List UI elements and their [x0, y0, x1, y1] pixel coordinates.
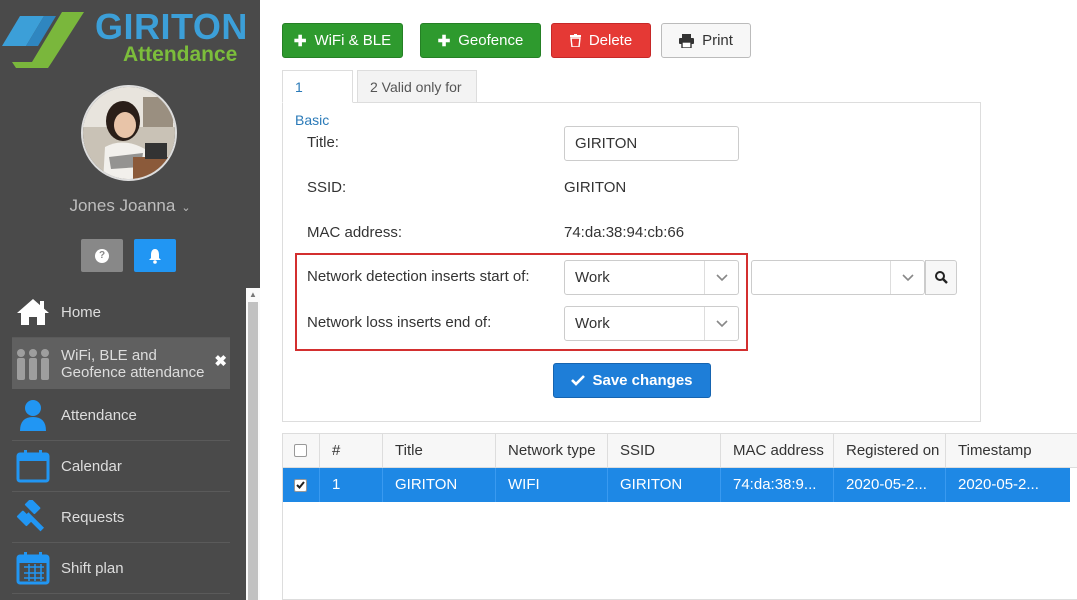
end-select[interactable]: Work	[564, 306, 739, 341]
search-icon	[934, 271, 948, 284]
title-input[interactable]	[564, 126, 739, 161]
check-icon	[571, 375, 586, 386]
ssid-label: SSID:	[307, 179, 347, 196]
sidebar-item-label: Home	[61, 303, 102, 321]
bell-icon	[149, 248, 161, 264]
add-wifi-ble-button[interactable]: ✚ WiFi & BLE	[282, 23, 403, 58]
chevron-down-icon: ⌄	[181, 202, 191, 214]
plus-icon: ✚	[437, 32, 451, 50]
column-header[interactable]: SSID	[608, 434, 721, 468]
question-icon: ?	[95, 248, 109, 263]
avatar[interactable]	[81, 85, 177, 181]
close-icon[interactable]: ✖	[214, 352, 227, 370]
app-title: GIRITON	[95, 6, 248, 47]
table-cell: 2020-05-2...	[958, 476, 1039, 493]
printer-icon	[679, 33, 695, 48]
gavel-icon	[15, 500, 51, 534]
column-header[interactable]: Timestamp	[946, 434, 1077, 468]
geofence-button-label: Geofence	[458, 32, 524, 49]
notifications-button[interactable]	[134, 239, 176, 272]
extra-select[interactable]	[751, 260, 925, 295]
sidebar-item-calendar[interactable]: Calendar	[12, 441, 230, 492]
home-icon	[15, 295, 51, 329]
sidebar-item-attendance[interactable]: Attendance	[12, 390, 230, 441]
sidebar-item-label-wrap: WiFi, BLE and Geofence attendance	[61, 347, 204, 381]
column-header[interactable]: Registered on	[834, 434, 946, 468]
sidebar-item-wifi-ble-geofence[interactable]: WiFi, BLE and Geofence attendance ✖	[12, 338, 230, 389]
select-all-checkbox[interactable]	[294, 444, 307, 457]
ssid-value: GIRITON	[564, 179, 627, 196]
sidebar-item-home[interactable]: Home	[12, 287, 230, 338]
sidebar-item-label: Calendar	[61, 457, 122, 475]
sidebar-item-requests[interactable]: Requests	[12, 492, 230, 543]
select-all-checkbox-cell[interactable]	[283, 434, 320, 468]
user-icon	[15, 398, 51, 432]
sidebar-item-label: Attendance	[61, 406, 137, 424]
wifi-button-label: WiFi & BLE	[314, 32, 392, 49]
table-cell: GIRITON	[608, 468, 721, 502]
row-checkbox[interactable]	[294, 478, 307, 492]
save-button-label: Save changes	[592, 372, 693, 389]
chevron-down-icon	[704, 261, 738, 294]
save-changes-button[interactable]: Save changes	[553, 363, 711, 398]
calendar-icon	[15, 449, 51, 483]
add-geofence-button[interactable]: ✚ Geofence	[420, 23, 541, 58]
main-content: ✚ WiFi & BLE ✚ Geofence Delete Print 1 Bas…	[260, 0, 1077, 600]
shift-plan-icon	[15, 551, 51, 585]
user-menu[interactable]: Jones Joanna ⌄	[0, 196, 260, 216]
column-header[interactable]: Network type	[496, 434, 608, 468]
start-label: Network detection inserts start of:	[307, 268, 530, 285]
plus-icon: ✚	[293, 32, 307, 50]
table-header-row: # Title Network type SSID MAC address Re…	[283, 434, 1077, 468]
column-header[interactable]: MAC address	[721, 434, 834, 468]
logo-icon	[2, 12, 84, 68]
table-cell: WIFI	[496, 468, 608, 502]
end-select-value: Work	[575, 315, 610, 332]
sidebar-item-shift-plan[interactable]: Shift plan	[12, 543, 230, 594]
scroll-up-icon[interactable]: ▲	[249, 290, 257, 299]
table-cell: 2020-05-2...	[834, 468, 946, 502]
mac-value: 74:da:38:94:cb:66	[564, 224, 685, 241]
check-icon	[296, 481, 305, 490]
column-header[interactable]: #	[320, 434, 383, 468]
sidebar-item-label-2: Geofence attendance	[61, 363, 205, 381]
print-button[interactable]: Print	[661, 23, 751, 58]
search-button[interactable]	[925, 260, 957, 295]
group-icon	[15, 347, 51, 381]
start-select-value: Work	[575, 269, 610, 286]
print-button-label: Print	[702, 32, 733, 49]
chevron-down-icon	[704, 307, 738, 340]
help-button[interactable]: ?	[81, 239, 123, 272]
app-subtitle: Attendance	[123, 43, 238, 66]
delete-button[interactable]: Delete	[551, 23, 651, 58]
end-label: Network loss inserts end of:	[307, 314, 492, 331]
start-select[interactable]: Work	[564, 260, 739, 295]
scrollbar-thumb[interactable]	[248, 302, 258, 600]
app-logo[interactable]: GIRITON Attendance	[0, 0, 260, 75]
table-cell: 1	[320, 468, 383, 502]
table-row[interactable]: 1 GIRITON WIFI GIRITON 74:da:38:9... 202…	[283, 468, 1070, 502]
tab-basic[interactable]: 1 Basic	[282, 70, 353, 128]
table-cell: 74:da:38:9...	[721, 468, 834, 502]
chevron-down-icon	[890, 261, 924, 294]
trash-icon	[569, 34, 581, 47]
sidebar-item-label: WiFi, BLE and	[61, 346, 157, 364]
mac-label: MAC address:	[307, 224, 403, 241]
tab-valid-only-for[interactable]: 2 Valid only for	[357, 70, 477, 103]
avatar-photo	[83, 87, 175, 179]
networks-table: # Title Network type SSID MAC address Re…	[282, 433, 1077, 600]
delete-button-label: Delete	[588, 32, 633, 49]
sidebar-item-label: Requests	[61, 508, 125, 526]
column-header[interactable]: Title	[383, 434, 496, 468]
table-cell: GIRITON	[383, 468, 496, 502]
sidebar: GIRITON Attendance Jones Joanna ⌄ ? Home	[0, 0, 260, 600]
sidebar-item-label: Shift plan	[61, 559, 124, 577]
sidebar-scrollbar[interactable]: ▲	[246, 288, 260, 600]
user-name: Jones Joanna	[69, 196, 176, 215]
row-checkbox-cell[interactable]	[283, 468, 320, 502]
